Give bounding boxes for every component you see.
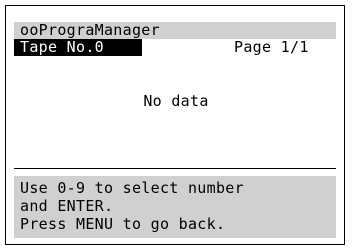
tape-number-label[interactable]: Tape No.0 bbox=[20, 39, 104, 56]
help-line: and ENTER. bbox=[20, 197, 114, 215]
divider bbox=[14, 168, 336, 169]
page-indicator: Page 1/1 bbox=[234, 38, 309, 56]
empty-state-message: No data bbox=[143, 92, 209, 110]
app-title: ooPrograManager bbox=[20, 21, 160, 39]
help-line: Use 0-9 to select number bbox=[20, 179, 244, 197]
help-line: Press MENU to go back. bbox=[20, 215, 226, 233]
